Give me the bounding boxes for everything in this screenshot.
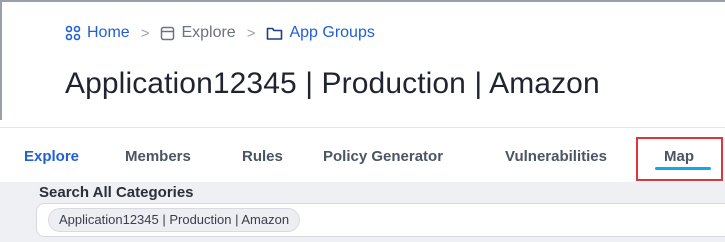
tab-policy-generator[interactable]: Policy Generator — [323, 148, 443, 165]
page-title: Application12345 | Production | Amazon — [65, 67, 600, 100]
tab-explore[interactable]: Explore — [24, 148, 79, 165]
tab-vulnerabilities[interactable]: Vulnerabilities — [505, 148, 607, 165]
window-icon — [160, 26, 175, 41]
breadcrumb-home[interactable]: Home — [65, 24, 130, 42]
grid-icon — [65, 25, 81, 41]
breadcrumb-explore-label: Explore — [181, 24, 236, 41]
breadcrumb-home-label: Home — [87, 24, 130, 41]
folder-icon — [266, 26, 283, 41]
breadcrumb-separator: > — [246, 24, 256, 42]
search-filter-chip[interactable]: Application12345 | Production | Amazon — [48, 208, 301, 232]
search-label: Search All Categories — [39, 184, 194, 201]
breadcrumb-separator: > — [140, 24, 150, 42]
window-frame-left — [0, 0, 10, 120]
header-divider — [0, 127, 725, 128]
breadcrumb-app-groups-label: App Groups — [289, 24, 375, 41]
tab-bar: Explore Members Rules Policy Generator V… — [0, 148, 725, 178]
tab-members[interactable]: Members — [125, 148, 191, 165]
breadcrumb: Home > Explore > App Groups — [65, 24, 375, 42]
map-tab-highlight — [636, 137, 723, 181]
tab-rules[interactable]: Rules — [242, 148, 283, 165]
breadcrumb-app-groups[interactable]: App Groups — [266, 24, 375, 42]
breadcrumb-explore[interactable]: Explore — [160, 24, 236, 42]
